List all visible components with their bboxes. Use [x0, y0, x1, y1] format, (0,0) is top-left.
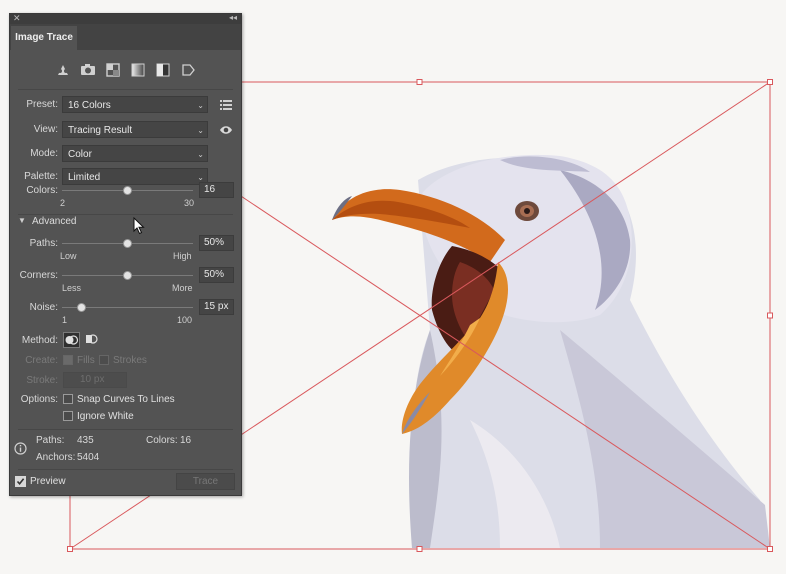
chevron-down-icon: ⌄	[197, 126, 204, 135]
fills-checkbox[interactable]	[63, 355, 73, 365]
create-label: Create:	[25, 355, 58, 366]
preset-icon-bar	[10, 50, 241, 90]
stroke-value: 10 px	[80, 374, 105, 385]
options-label: Options:	[20, 394, 58, 405]
divider	[18, 89, 233, 90]
noise-max-label: 100	[177, 315, 193, 325]
tab-image-trace[interactable]: Image Trace	[11, 26, 77, 50]
stats-anchors-value: 5404	[77, 452, 100, 463]
preset-label: Preset:	[26, 99, 58, 110]
colors-min-label: 2	[60, 198, 66, 208]
abutting-method-icon	[65, 335, 79, 345]
divider	[18, 214, 233, 215]
high-color-icon[interactable]	[80, 63, 96, 77]
snap-curves-checkbox[interactable]	[63, 394, 73, 404]
stats-colors-value: 16	[180, 435, 192, 446]
stats-paths-label: Paths:	[36, 435, 65, 446]
method-abutting-button[interactable]	[63, 332, 80, 348]
overlapping-method-icon	[86, 334, 98, 344]
corners-min-label: Less	[62, 283, 82, 293]
eye-icon[interactable]	[219, 125, 233, 135]
collapse-icon[interactable]: ◂◂	[229, 12, 237, 24]
mode-label: Mode:	[30, 148, 58, 159]
view-dropdown[interactable]: Tracing Result ⌄	[62, 121, 208, 138]
trace-button[interactable]: Trace	[176, 473, 235, 490]
colors-value-field[interactable]: 16	[199, 182, 234, 198]
panel-tabbar: Image Trace	[10, 24, 241, 50]
chevron-down-icon: ⌄	[197, 150, 204, 159]
colors-label: Colors:	[26, 185, 58, 196]
preview-label: Preview	[30, 476, 66, 487]
preset-value: 16 Colors	[68, 100, 111, 111]
strokes-checkbox[interactable]	[99, 355, 109, 365]
corners-value-field[interactable]: 50%	[199, 267, 234, 283]
divider	[18, 429, 233, 430]
mode-value: Color	[68, 149, 92, 160]
auto-color-icon[interactable]	[55, 63, 71, 77]
mode-dropdown[interactable]: Color ⌄	[62, 145, 208, 162]
image-trace-panel: ✕ ◂◂ Image Trace Preset: 16 Colors ⌄ Vie…	[9, 13, 242, 496]
chevron-down-icon: ⌄	[197, 101, 204, 110]
view-label: View:	[33, 124, 58, 135]
stats-paths-value: 435	[77, 435, 94, 446]
mouse-cursor-icon	[133, 217, 145, 235]
preset-dropdown[interactable]: 16 Colors ⌄	[62, 96, 208, 113]
preview-checkbox[interactable]	[15, 476, 26, 487]
palette-label: Palette:	[24, 171, 58, 182]
paths-value-field[interactable]: 50%	[199, 235, 234, 251]
stats-anchors-label: Anchors:	[36, 452, 76, 463]
black-and-white-icon[interactable]	[155, 63, 171, 77]
snap-curves-label: Snap Curves To Lines	[77, 394, 175, 405]
noise-value-field[interactable]: 15 px	[199, 299, 234, 315]
disclosure-triangle-icon[interactable]: ▼	[18, 216, 26, 225]
fills-label: Fills	[77, 355, 95, 366]
paths-min-label: Low	[60, 251, 77, 261]
corners-label: Corners:	[19, 270, 58, 281]
panel-titlebar[interactable]: ✕ ◂◂	[10, 12, 241, 24]
grayscale-icon[interactable]	[130, 63, 146, 77]
outline-icon[interactable]	[180, 63, 196, 77]
noise-min-label: 1	[62, 315, 68, 325]
checkmark-icon	[16, 478, 25, 486]
info-icon	[14, 442, 27, 455]
view-value: Tracing Result	[68, 125, 133, 136]
strokes-label: Strokes	[113, 355, 147, 366]
ignore-white-checkbox[interactable]	[63, 411, 73, 421]
palette-dropdown[interactable]: Limited ⌄	[62, 168, 208, 185]
divider	[18, 469, 233, 470]
advanced-label: Advanced	[32, 216, 77, 227]
stroke-value-field[interactable]: 10 px	[63, 372, 127, 388]
noise-label: Noise:	[29, 302, 58, 313]
colors-slider-thumb[interactable]	[123, 186, 132, 195]
low-color-icon[interactable]	[105, 63, 121, 77]
paths-max-label: High	[173, 251, 192, 261]
noise-slider-thumb[interactable]	[77, 303, 87, 312]
manage-presets-icon[interactable]	[220, 99, 232, 110]
close-icon[interactable]: ✕	[13, 12, 21, 24]
palette-value: Limited	[68, 172, 101, 183]
stats-colors-label: Colors:	[146, 435, 178, 446]
colors-max-label: 30	[184, 198, 195, 208]
corners-slider-thumb[interactable]	[123, 271, 132, 280]
method-label: Method:	[21, 335, 58, 346]
paths-slider-thumb[interactable]	[123, 239, 132, 248]
corners-max-label: More	[172, 283, 193, 293]
paths-label: Paths:	[29, 238, 58, 249]
method-overlapping-button[interactable]	[84, 332, 101, 348]
ignore-white-label: Ignore White	[77, 411, 134, 422]
stroke-label: Stroke:	[26, 375, 58, 386]
